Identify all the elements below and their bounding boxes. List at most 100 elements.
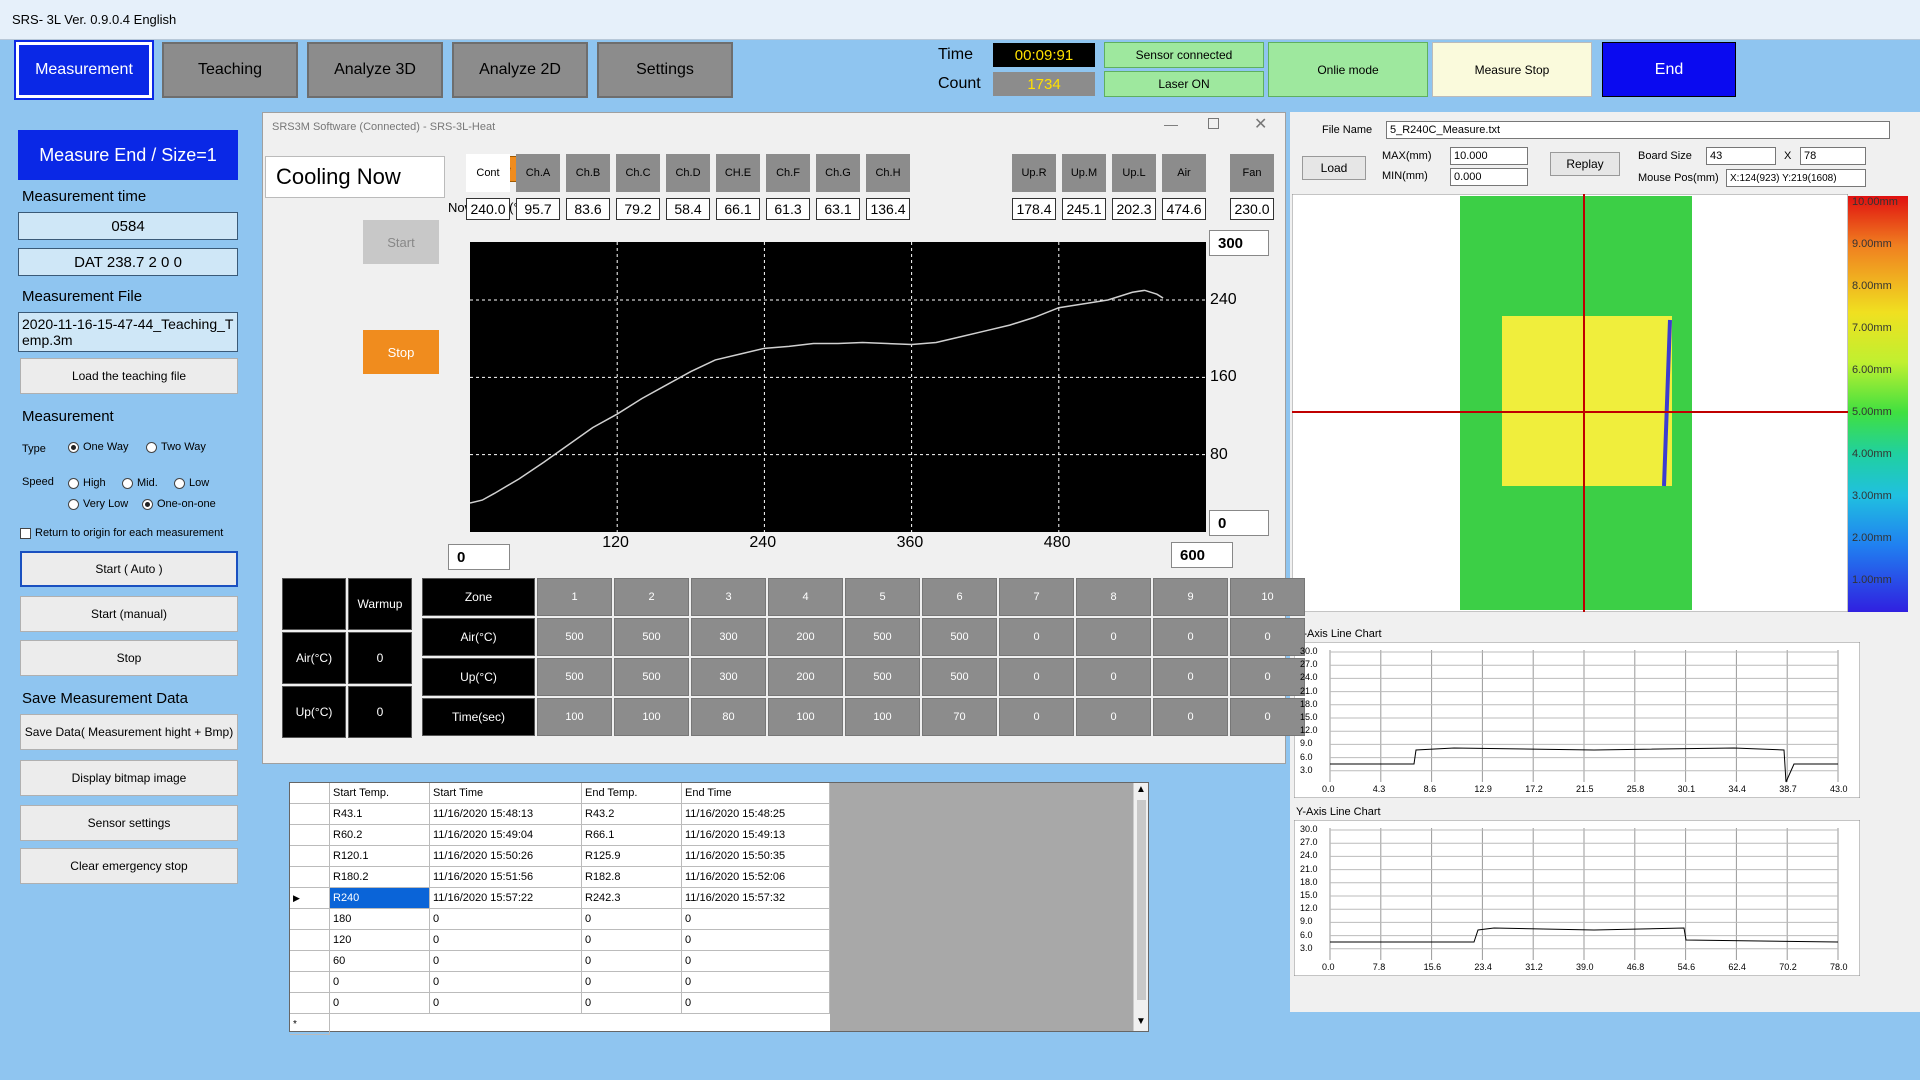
scroll-thumb[interactable] <box>1137 800 1146 1000</box>
channel-header[interactable]: Ch.D <box>666 154 710 192</box>
file-name-input[interactable]: 5_R240C_Measure.txt <box>1386 121 1890 139</box>
channel-header[interactable]: Ch.A <box>516 154 560 192</box>
clear-emergency-stop-button[interactable]: Clear emergency stop <box>20 848 238 884</box>
zone-value[interactable]: 0 <box>1076 618 1151 656</box>
max-input[interactable]: 10.000 <box>1450 147 1528 165</box>
row-header[interactable] <box>290 930 330 951</box>
radio-high[interactable]: High <box>68 477 106 489</box>
table-cell[interactable]: 0 <box>430 972 582 993</box>
zone-value[interactable]: 500 <box>845 618 920 656</box>
table-cell[interactable]: 11/16/2020 15:49:13 <box>682 825 830 846</box>
scroll-up-icon[interactable]: ▲ <box>1136 784 1146 795</box>
zone-value[interactable]: 100 <box>537 698 612 736</box>
display-bitmap-button[interactable]: Display bitmap image <box>20 760 238 796</box>
table-cell[interactable]: 0 <box>682 930 830 951</box>
start-manual-button[interactable]: Start (manual) <box>20 596 238 632</box>
table-cell[interactable]: 120 <box>330 930 430 951</box>
table-cell[interactable]: 11/16/2020 15:48:25 <box>682 804 830 825</box>
zone-value[interactable]: 500 <box>537 658 612 696</box>
row-header[interactable] <box>290 804 330 825</box>
tab-analyze-3d[interactable]: Analyze 3D <box>307 42 443 98</box>
row-header[interactable] <box>290 825 330 846</box>
min-input[interactable]: 0.000 <box>1450 168 1528 186</box>
save-data-button[interactable]: Save Data( Measurement hight + Bmp) <box>20 714 238 750</box>
zone-value[interactable]: 300 <box>691 658 766 696</box>
table-cell[interactable]: 180 <box>330 909 430 930</box>
zone-value[interactable]: 100 <box>845 698 920 736</box>
table-cell[interactable]: R242.3 <box>582 888 682 909</box>
heatmap-view[interactable] <box>1292 194 1848 612</box>
zone-value[interactable]: 80 <box>691 698 766 736</box>
zone-value[interactable]: 0 <box>1153 618 1228 656</box>
table-cell[interactable]: 0 <box>330 993 430 1014</box>
table-cell[interactable]: R43.1 <box>330 804 430 825</box>
table-cell[interactable]: 11/16/2020 15:57:32 <box>682 888 830 909</box>
zone-value[interactable]: 0 <box>1076 658 1151 696</box>
channel-header[interactable]: Ch.B <box>566 154 610 192</box>
channel-header[interactable]: Fan <box>1230 154 1274 192</box>
table-cell[interactable]: 0 <box>682 951 830 972</box>
table-cell[interactable]: 11/16/2020 15:50:35 <box>682 846 830 867</box>
channel-header[interactable]: Up.M <box>1062 154 1106 192</box>
zone-value[interactable]: 0 <box>1230 618 1305 656</box>
table-cell[interactable]: 11/16/2020 15:50:26 <box>430 846 582 867</box>
table-header[interactable]: Start Time <box>430 783 582 804</box>
tab-analyze-2d[interactable]: Analyze 2D <box>452 42 588 98</box>
table-cell[interactable]: 0 <box>430 930 582 951</box>
zone-value[interactable]: 200 <box>768 658 843 696</box>
board-width-input[interactable]: 43 <box>1706 147 1776 165</box>
zone-value[interactable]: 300 <box>691 618 766 656</box>
zone-value[interactable]: 500 <box>845 658 920 696</box>
heat-stop-button[interactable]: Stop <box>363 330 439 374</box>
y-min-field[interactable]: 0 <box>1209 510 1269 536</box>
zone-value[interactable]: 500 <box>614 618 689 656</box>
tab-measurement[interactable]: Measurement <box>14 40 154 100</box>
zone-value[interactable]: 500 <box>922 658 997 696</box>
radio-one-on-one[interactable]: One-on-one <box>142 498 216 510</box>
table-cell[interactable]: 11/16/2020 15:48:13 <box>430 804 582 825</box>
start-auto-button[interactable]: Start ( Auto ) <box>20 551 238 587</box>
radio-low[interactable]: Low <box>174 477 209 489</box>
new-row-marker[interactable]: * <box>290 1014 330 1035</box>
channel-header[interactable]: Up.R <box>1012 154 1056 192</box>
zone-value[interactable]: 0 <box>999 618 1074 656</box>
board-height-input[interactable]: 78 <box>1800 147 1866 165</box>
radio-two-way[interactable]: Two Way <box>146 441 206 453</box>
zone-value[interactable]: 500 <box>537 618 612 656</box>
channel-header[interactable]: Ch.F <box>766 154 810 192</box>
row-header[interactable] <box>290 951 330 972</box>
load-button[interactable]: Load <box>1302 156 1366 180</box>
return-origin-checkbox[interactable]: Return to origin for each measurement <box>20 527 223 539</box>
zone-value[interactable]: 0 <box>1230 698 1305 736</box>
table-cell[interactable]: 0 <box>582 951 682 972</box>
channel-header[interactable]: CH.E <box>716 154 760 192</box>
zone-value[interactable]: 0 <box>1153 698 1228 736</box>
table-header[interactable]: End Temp. <box>582 783 682 804</box>
table-cell[interactable]: 0 <box>582 972 682 993</box>
table-cell[interactable]: R182.8 <box>582 867 682 888</box>
zone-value[interactable]: 70 <box>922 698 997 736</box>
table-cell[interactable]: 0 <box>330 972 430 993</box>
channel-header[interactable]: Ch.H <box>866 154 910 192</box>
row-header[interactable] <box>290 909 330 930</box>
scroll-down-icon[interactable]: ▼ <box>1136 1016 1146 1027</box>
zone-value[interactable]: 0 <box>999 698 1074 736</box>
table-cell[interactable]: R66.1 <box>582 825 682 846</box>
table-cell[interactable]: 11/16/2020 15:52:06 <box>682 867 830 888</box>
table-cell[interactable]: R180.2 <box>330 867 430 888</box>
table-cell[interactable]: 0 <box>682 972 830 993</box>
zone-value[interactable]: 100 <box>768 698 843 736</box>
table-cell[interactable]: R240 <box>330 888 430 909</box>
maximize-icon[interactable] <box>1208 118 1219 129</box>
row-header[interactable]: ▶ <box>290 888 330 909</box>
table-cell[interactable]: 0 <box>582 909 682 930</box>
table-cell[interactable]: 0 <box>430 951 582 972</box>
radio-mid[interactable]: Mid. <box>122 477 158 489</box>
channel-header[interactable]: Cont <box>466 154 510 192</box>
sensor-settings-button[interactable]: Sensor settings <box>20 805 238 841</box>
table-cell[interactable]: 0 <box>582 930 682 951</box>
zone-value[interactable]: 0 <box>1153 658 1228 696</box>
table-cell[interactable]: R125.9 <box>582 846 682 867</box>
table-header[interactable]: Start Temp. <box>330 783 430 804</box>
channel-header[interactable]: Ch.G <box>816 154 860 192</box>
